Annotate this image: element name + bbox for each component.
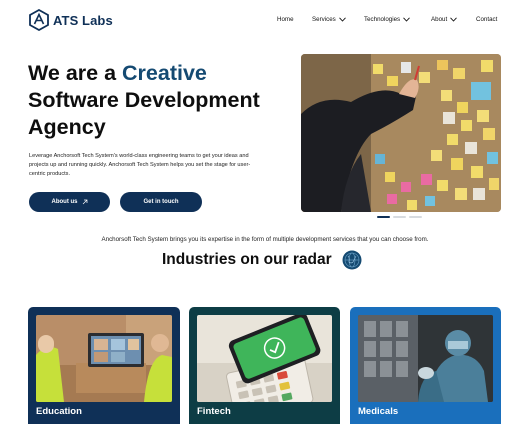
nav-about-label: About <box>431 16 448 23</box>
carousel-dot-3[interactable] <box>409 216 422 218</box>
get-in-touch-button[interactable]: Get in touch <box>120 192 202 212</box>
nav-contact-label: Contact <box>476 16 498 23</box>
nav-home[interactable]: Home <box>277 16 294 23</box>
industry-card-medicals[interactable]: Medicals <box>350 307 501 424</box>
arrow-up-right-icon <box>82 199 87 205</box>
nav-contact[interactable]: Contact <box>476 16 497 23</box>
education-illustration <box>36 315 172 402</box>
fintech-image <box>197 315 332 402</box>
medicals-illustration <box>358 315 493 402</box>
carousel-dot-1[interactable] <box>377 216 390 218</box>
hero-title-part1: We are a <box>28 61 123 85</box>
chevron-down-icon <box>403 17 410 22</box>
hero-image <box>301 54 501 212</box>
education-image <box>36 315 172 402</box>
nav-technologies[interactable]: Technologies <box>364 16 410 23</box>
chevron-down-icon <box>338 17 346 22</box>
about-us-button[interactable]: About us <box>29 192 110 212</box>
medicals-image <box>358 315 493 402</box>
nav-services[interactable]: Services <box>312 16 346 23</box>
about-us-label: About us <box>51 199 78 205</box>
carousel-indicators <box>377 216 422 218</box>
industry-card-education[interactable]: Education <box>28 307 180 424</box>
nav-menu: Home Services Technologies About Contact <box>0 16 530 26</box>
nav-technologies-label: Technologies <box>364 16 401 23</box>
chevron-down-icon <box>450 17 458 22</box>
fintech-illustration <box>197 315 332 402</box>
industry-card-fintech[interactable]: Fintech <box>189 307 340 424</box>
get-in-touch-label: Get in touch <box>143 199 179 205</box>
education-label: Education <box>36 406 82 417</box>
nav-home-label: Home <box>277 16 294 23</box>
nav-services-label: Services <box>312 16 336 23</box>
medicals-label: Medicals <box>358 406 399 417</box>
hero-title: We are a Creative Software Development Ag… <box>28 60 298 141</box>
sticky-note-wall-illustration <box>301 54 501 212</box>
top-navbar: ATS Labs Home Services Technologies Abou… <box>0 0 530 40</box>
hero-title-part2: Software Development Agency <box>28 88 260 139</box>
industries-heading: Industries on our radar <box>162 250 362 270</box>
fintech-label: Fintech <box>197 406 231 417</box>
carousel-dot-2[interactable] <box>393 216 406 218</box>
intro-text: Anchorsoft Tech System brings you its ex… <box>101 236 429 243</box>
hero-title-accent: Creative <box>122 61 207 85</box>
globe-icon <box>342 250 362 270</box>
nav-about[interactable]: About <box>431 16 458 23</box>
industries-title: Industries on our radar <box>162 251 332 268</box>
hero-description: Leverage Anchorsoft Tech System's world-… <box>29 153 251 178</box>
